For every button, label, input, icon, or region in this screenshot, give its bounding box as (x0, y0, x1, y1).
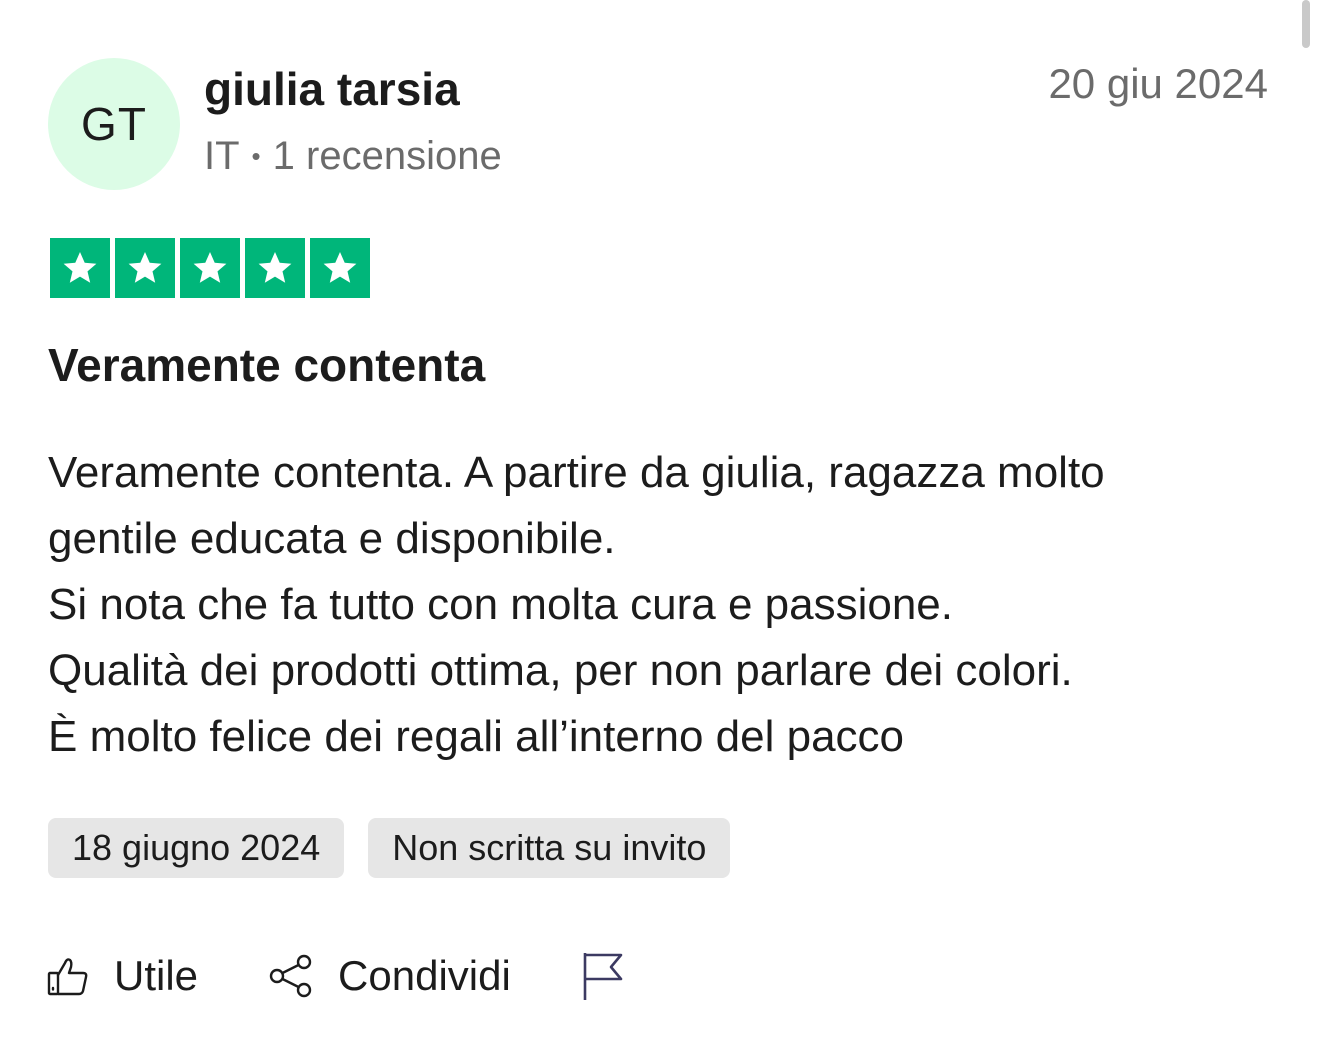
share-button[interactable]: Condividi (268, 952, 511, 1000)
avatar-initials: GT (81, 98, 147, 150)
share-icon (269, 954, 312, 998)
share-label: Condividi (338, 952, 511, 999)
thumbs-up-icon (47, 958, 88, 996)
reviewer-meta: IT • 1 recensione (204, 134, 502, 179)
star-icon (115, 238, 175, 298)
reviewer-review-count: 1 recensione (272, 134, 502, 178)
reviewer-name[interactable]: giulia tarsia (204, 62, 460, 116)
review-actions: Utile Condividi (46, 950, 695, 1002)
review-body-line: È molto felice dei regali all’interno de… (48, 712, 905, 761)
review-body-line: Veramente contenta. A partire da giulia,… (48, 448, 1105, 497)
scrollbar[interactable] (1302, 0, 1310, 48)
star-icon (180, 238, 240, 298)
star-icon (245, 238, 305, 298)
star-icon (50, 238, 110, 298)
report-button[interactable] (581, 950, 625, 1002)
experience-date-badge: 18 giugno 2024 (48, 818, 345, 878)
flag-icon (583, 953, 623, 1000)
useful-button[interactable]: Utile (46, 952, 198, 1000)
reviewer-country: IT (204, 134, 240, 178)
star-rating (50, 238, 370, 298)
review-title[interactable]: Veramente contenta (48, 338, 485, 392)
review-body-line: Qualità dei prodotti ottima, per non par… (48, 646, 1073, 695)
review-card: GT giulia tarsia IT • 1 recensione 20 gi… (0, 0, 1320, 1053)
review-body-line: gentile educata e disponibile. (48, 514, 616, 563)
useful-label: Utile (114, 952, 199, 999)
avatar[interactable]: GT (48, 58, 180, 190)
star-icon (310, 238, 370, 298)
invite-status-badge: Non scritta su invito (368, 818, 731, 878)
review-body-line: Si nota che fa tutto con molta cura e pa… (48, 580, 953, 629)
review-body: Veramente contenta. A partire da giulia,… (48, 440, 1278, 770)
review-date: 20 giu 2024 (1048, 60, 1268, 107)
meta-separator: • (251, 141, 261, 171)
review-tags: 18 giugno 2024 Non scritta su invito (48, 818, 731, 878)
